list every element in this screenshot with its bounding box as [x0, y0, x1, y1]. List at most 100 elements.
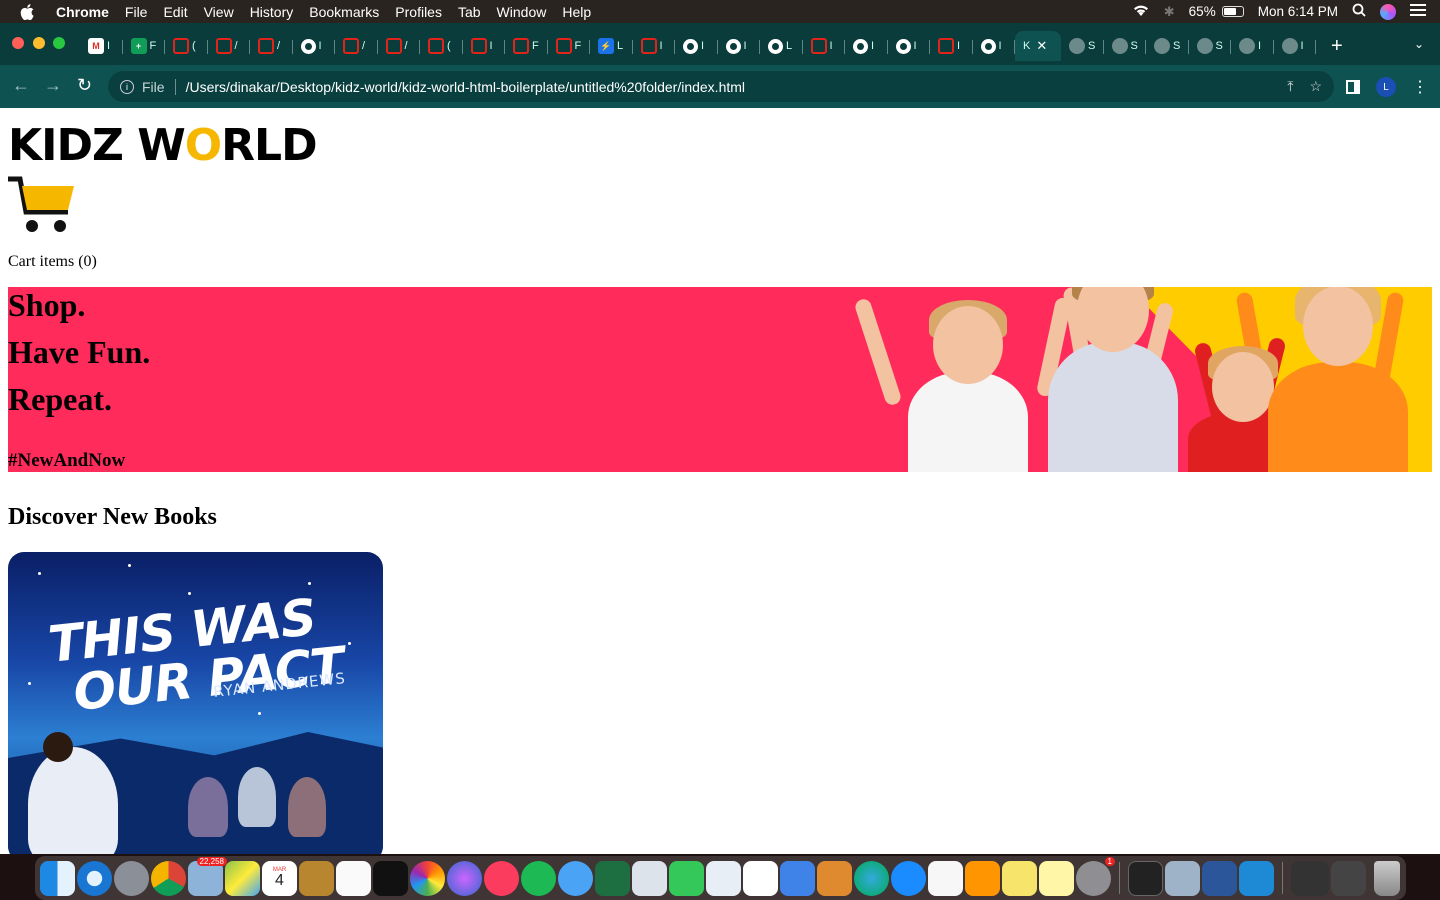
control-center-icon[interactable]: [1410, 4, 1426, 19]
garageband-icon[interactable]: [817, 860, 852, 896]
minimized-window-icon[interactable]: [1291, 860, 1329, 896]
browser-tab[interactable]: I: [675, 31, 718, 61]
maximize-window-button[interactable]: [53, 37, 65, 49]
minimize-window-button[interactable]: [33, 37, 45, 49]
browser-tab[interactable]: I: [718, 31, 761, 61]
browser-tab[interactable]: MI: [80, 31, 123, 61]
close-tab-icon[interactable]: ✕: [1036, 38, 1047, 54]
cart-icon[interactable]: [8, 176, 76, 239]
browser-tab[interactable]: I: [1274, 31, 1317, 61]
numbers-icon[interactable]: [743, 860, 778, 896]
menu-edit[interactable]: Edit: [163, 4, 187, 20]
home-icon[interactable]: [965, 860, 1000, 896]
browser-tab[interactable]: S: [1189, 31, 1232, 61]
browser-tab[interactable]: F: [548, 31, 591, 61]
browser-tab[interactable]: (: [420, 31, 463, 61]
photos-icon[interactable]: [410, 860, 445, 896]
system-utility-icon[interactable]: [632, 860, 667, 896]
notes-icon[interactable]: [1039, 860, 1074, 896]
menu-bookmarks[interactable]: Bookmarks: [309, 4, 379, 20]
menu-file[interactable]: File: [125, 4, 148, 20]
browser-tab[interactable]: I: [293, 31, 336, 61]
battery-status[interactable]: 65%: [1189, 4, 1244, 19]
url-text[interactable]: /Users/dinakar/Desktop/kidz-world/kidz-w…: [186, 79, 745, 95]
textedit-icon[interactable]: [928, 860, 963, 896]
browser-tab[interactable]: I: [463, 31, 506, 61]
browser-tab[interactable]: S: [1146, 31, 1189, 61]
menu-clock[interactable]: Mon 6:14 PM: [1258, 4, 1338, 19]
preview-icon[interactable]: [706, 860, 741, 896]
bluetooth-icon[interactable]: ✱: [1164, 4, 1175, 20]
browser-tab[interactable]: L: [760, 31, 803, 61]
notebook-icon[interactable]: [299, 860, 334, 896]
photos-preview-icon[interactable]: 22,258: [188, 856, 227, 896]
tab-search-chevron-icon[interactable]: ⌄: [1414, 37, 1424, 51]
browser-tab[interactable]: I: [633, 31, 676, 61]
browser-tab[interactable]: I: [1231, 31, 1274, 61]
apple-icon[interactable]: [20, 0, 38, 23]
browser-tab[interactable]: I: [973, 31, 1016, 61]
vscode-icon[interactable]: [1239, 860, 1274, 896]
menu-view[interactable]: View: [204, 4, 234, 20]
terminal-icon[interactable]: [1128, 860, 1163, 896]
browser-tab[interactable]: /: [378, 31, 421, 61]
maps-icon[interactable]: [225, 860, 260, 896]
image-capture-icon[interactable]: [1165, 860, 1200, 896]
keynote-icon[interactable]: [780, 860, 815, 896]
share-icon[interactable]: ⤒: [1287, 78, 1293, 95]
browser-tab[interactable]: I: [803, 31, 846, 61]
facetime-icon[interactable]: [669, 860, 704, 896]
messages-icon[interactable]: [558, 860, 593, 896]
book-card[interactable]: THIS WAS OUR PACT RYAN ANDREWS: [8, 552, 383, 854]
browser-tab[interactable]: S: [1061, 31, 1104, 61]
safari-icon[interactable]: [77, 860, 112, 896]
siri-icon[interactable]: [1380, 3, 1396, 20]
browser-tab[interactable]: F: [505, 31, 548, 61]
reload-button[interactable]: ↻: [77, 75, 92, 96]
back-button[interactable]: ←: [12, 75, 30, 96]
menu-history[interactable]: History: [250, 4, 294, 20]
menu-app-name[interactable]: Chrome: [56, 4, 109, 20]
trash-icon[interactable]: [1374, 860, 1400, 896]
browser-tab[interactable]: /: [250, 31, 293, 61]
browser-tab[interactable]: I: [888, 31, 931, 61]
system-preferences-icon[interactable]: 1: [1076, 856, 1115, 896]
calendar-icon[interactable]: MAR 4: [262, 860, 297, 896]
chrome-icon[interactable]: [151, 860, 186, 896]
spotify-icon[interactable]: [521, 860, 556, 896]
menu-help[interactable]: Help: [562, 4, 591, 20]
browser-tab[interactable]: + F: [123, 31, 166, 61]
close-window-button[interactable]: [12, 37, 24, 49]
reminders-icon[interactable]: [336, 860, 371, 896]
app-store-icon[interactable]: [891, 860, 926, 896]
downloads-stack-icon[interactable]: [1331, 860, 1366, 896]
active-tab[interactable]: K ✕: [1015, 31, 1061, 61]
browser-tab[interactable]: I: [930, 31, 973, 61]
menu-window[interactable]: Window: [497, 4, 547, 20]
side-panel-icon[interactable]: [1346, 80, 1360, 94]
browser-tab[interactable]: /: [208, 31, 251, 61]
stocks-icon[interactable]: [373, 860, 408, 896]
browser-tab[interactable]: I: [845, 31, 888, 61]
stickies-icon[interactable]: [1002, 860, 1037, 896]
browser-tab[interactable]: /: [335, 31, 378, 61]
finder-icon[interactable]: [40, 860, 75, 896]
browser-tab[interactable]: ⚡ L: [590, 31, 633, 61]
spotlight-search-icon[interactable]: [1352, 3, 1366, 20]
launchpad-icon[interactable]: [114, 860, 149, 896]
site-info-icon[interactable]: i: [120, 79, 134, 94]
excel-icon[interactable]: [595, 860, 630, 896]
new-tab-button[interactable]: +: [1331, 35, 1343, 58]
siri-app-icon[interactable]: [447, 860, 482, 896]
menu-tab[interactable]: Tab: [458, 4, 481, 20]
wifi-icon[interactable]: [1132, 3, 1150, 20]
word-icon[interactable]: [1202, 860, 1237, 896]
browser-tab[interactable]: S: [1104, 31, 1147, 61]
browser-tab[interactable]: (: [165, 31, 208, 61]
bookmark-star-icon[interactable]: ☆: [1309, 78, 1322, 95]
address-bar[interactable]: i File /Users/dinakar/Desktop/kidz-world…: [108, 71, 1334, 102]
forward-button[interactable]: →: [44, 75, 62, 96]
profile-avatar[interactable]: L: [1376, 77, 1396, 97]
more-menu-icon[interactable]: ⋮: [1412, 77, 1428, 97]
music-icon[interactable]: [484, 860, 519, 896]
